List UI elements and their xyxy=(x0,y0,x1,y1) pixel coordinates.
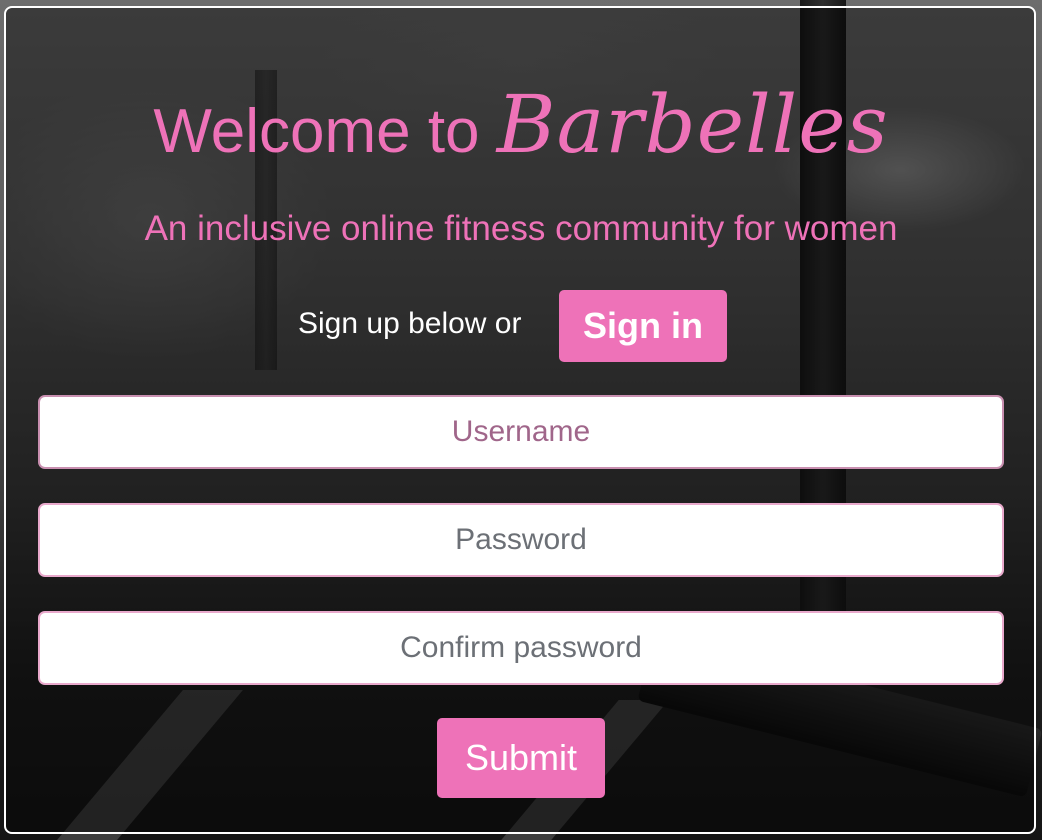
welcome-text: Welcome to xyxy=(153,97,480,166)
submit-button[interactable]: Submit xyxy=(437,718,605,798)
tagline: An inclusive online fitness community fo… xyxy=(144,209,898,248)
confirm-password-input[interactable] xyxy=(38,611,1004,685)
username-input[interactable] xyxy=(38,395,1004,469)
password-input[interactable] xyxy=(38,503,1004,577)
signin-prompt: Sign up below or xyxy=(298,307,522,340)
page-title: Welcome to Barbelles xyxy=(0,70,1042,187)
brand-name: Barbelles xyxy=(496,78,889,171)
signin-button[interactable]: Sign in xyxy=(559,290,727,362)
